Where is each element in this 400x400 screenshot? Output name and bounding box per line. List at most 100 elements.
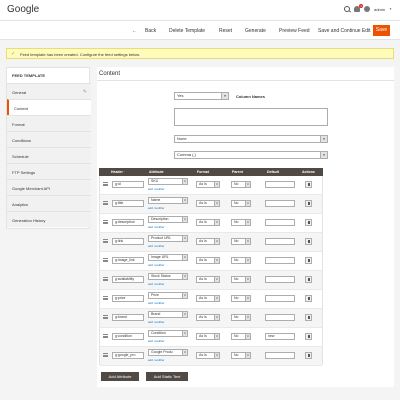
add-modifier-link[interactable]: add modifier (148, 225, 165, 229)
drag-handle-icon[interactable] (103, 239, 108, 243)
chevron-down-icon[interactable]: ▼ (389, 7, 392, 11)
add-modifier-link[interactable]: add modifier (148, 301, 165, 305)
header-input[interactable]: g:google_pro (112, 352, 144, 359)
parent-select[interactable]: No ▼ (231, 276, 251, 283)
default-input[interactable] (265, 181, 295, 188)
drag-handle-icon[interactable] (103, 277, 108, 281)
parent-select[interactable]: No ▼ (231, 333, 251, 340)
add-modifier-link[interactable]: add modifier (148, 358, 165, 362)
user-name[interactable]: admin (374, 7, 385, 12)
format-select[interactable]: As Is ▼ (196, 295, 220, 302)
sidebar-item-format[interactable]: Format (7, 115, 91, 131)
default-input[interactable] (265, 352, 295, 359)
save-continue-button[interactable]: Save and Continue Edit (318, 28, 371, 34)
attribute-select[interactable]: Brand ▼ (148, 311, 188, 318)
trash-icon[interactable] (305, 238, 312, 245)
sidebar-item-ftp-settings[interactable]: FTP Settings (7, 163, 91, 179)
parent-select[interactable]: No ▼ (231, 314, 251, 321)
default-input[interactable] (265, 238, 295, 245)
preview-feed-button[interactable]: Preview Feed (279, 28, 310, 34)
trash-icon[interactable] (305, 181, 312, 188)
header-input[interactable]: g:brand (112, 314, 144, 321)
parent-select[interactable]: No ▼ (231, 219, 251, 226)
delete-template-button[interactable]: Delete Template (169, 28, 205, 34)
column-names-select[interactable]: Yes ▼ (174, 92, 229, 100)
default-input[interactable] (265, 257, 295, 264)
trash-icon[interactable] (305, 200, 312, 207)
add-modifier-link[interactable]: add modifier (148, 282, 165, 286)
parent-select[interactable]: No ▼ (231, 238, 251, 245)
default-input[interactable] (265, 200, 295, 207)
bell-icon[interactable]: 1 (354, 4, 364, 12)
back-arrow-icon[interactable]: ← (132, 28, 137, 34)
generate-button[interactable]: Generate (245, 28, 266, 34)
trash-icon[interactable] (305, 314, 312, 321)
save-button[interactable]: Save (373, 25, 390, 36)
format-select[interactable]: As Is ▼ (196, 238, 220, 245)
add-modifier-link[interactable]: add modifier (148, 339, 165, 343)
user-icon[interactable] (364, 6, 371, 12)
drag-handle-icon[interactable] (103, 201, 108, 205)
header-input[interactable]: g:condition (112, 333, 144, 340)
header-input[interactable]: g:id (112, 181, 144, 188)
attribute-select[interactable]: Name ▼ (148, 197, 188, 204)
back-button[interactable]: Back (145, 28, 156, 34)
format-select[interactable]: As Is ▼ (196, 314, 220, 321)
add-modifier-link[interactable]: add modifier (148, 187, 165, 191)
header-textarea[interactable] (174, 108, 328, 126)
trash-icon[interactable] (305, 333, 312, 340)
add-modifier-link[interactable]: add modifier (148, 244, 165, 248)
add-modifier-link[interactable]: add modifier (148, 263, 165, 267)
drag-handle-icon[interactable] (103, 182, 108, 186)
attribute-select[interactable]: SKU ▼ (148, 178, 188, 185)
trash-icon[interactable] (305, 219, 312, 226)
drag-handle-icon[interactable] (103, 334, 108, 338)
format-select[interactable]: As Is ▼ (196, 219, 220, 226)
attribute-select[interactable]: Condition ▼ (148, 330, 188, 337)
trash-icon[interactable] (305, 295, 312, 302)
drag-handle-icon[interactable] (103, 315, 108, 319)
attribute-select[interactable]: Product URL ▼ (148, 235, 188, 242)
attribute-select[interactable]: Google Produ ▼ (148, 349, 188, 356)
sidebar-item-analytics[interactable]: Analytics (7, 195, 91, 211)
default-input[interactable] (265, 314, 295, 321)
format-select[interactable]: As Is ▼ (196, 181, 220, 188)
attribute-select[interactable]: Image URL ▼ (148, 254, 188, 261)
default-input[interactable] (265, 276, 295, 283)
add-attribute-button[interactable]: Add Attribute (101, 372, 139, 381)
search-icon[interactable] (344, 6, 351, 12)
trash-icon[interactable] (305, 352, 312, 359)
default-input[interactable] (265, 295, 295, 302)
header-input[interactable]: g:image_link (112, 257, 144, 264)
add-modifier-link[interactable]: add modifier (148, 320, 165, 324)
header-input[interactable]: g:link (112, 238, 144, 245)
header-input[interactable]: g:price (112, 295, 144, 302)
drag-handle-icon[interactable] (103, 220, 108, 224)
sidebar-item-google-merchant-api[interactable]: Google Merchant API (7, 179, 91, 195)
sidebar-item-generation-history[interactable]: Generation History (7, 211, 91, 227)
format-select[interactable]: As Is ▼ (196, 276, 220, 283)
attribute-select[interactable]: Description ▼ (148, 216, 188, 223)
sidebar-item-general[interactable]: General ✎ (7, 83, 91, 99)
sidebar-item-schedule[interactable]: Schedule (7, 147, 91, 163)
drag-handle-icon[interactable] (103, 353, 108, 357)
parent-select[interactable]: No ▼ (231, 352, 251, 359)
parent-select[interactable]: No ▼ (231, 295, 251, 302)
parent-select[interactable]: No ▼ (231, 257, 251, 264)
fields-separated-select[interactable]: Comma (,) ▼ (174, 151, 328, 159)
parent-select[interactable]: No ▼ (231, 181, 251, 188)
header-input[interactable]: g:description (112, 219, 144, 226)
add-static-text-button[interactable]: Add Static Text (146, 372, 188, 381)
header-input[interactable]: g:availability (112, 276, 144, 283)
default-input[interactable]: new (265, 333, 295, 340)
fields-enclosed-select[interactable]: None ▼ (174, 135, 328, 143)
format-select[interactable]: As Is ▼ (196, 333, 220, 340)
header-input[interactable]: g:title (112, 200, 144, 207)
sidebar-item-content[interactable]: Content (7, 99, 91, 115)
drag-handle-icon[interactable] (103, 258, 108, 262)
add-modifier-link[interactable]: add modifier (148, 206, 165, 210)
sidebar-item-conditions[interactable]: Conditions (7, 131, 91, 147)
reset-button[interactable]: Reset (219, 28, 232, 34)
parent-select[interactable]: No ▼ (231, 200, 251, 207)
default-input[interactable] (265, 219, 295, 226)
